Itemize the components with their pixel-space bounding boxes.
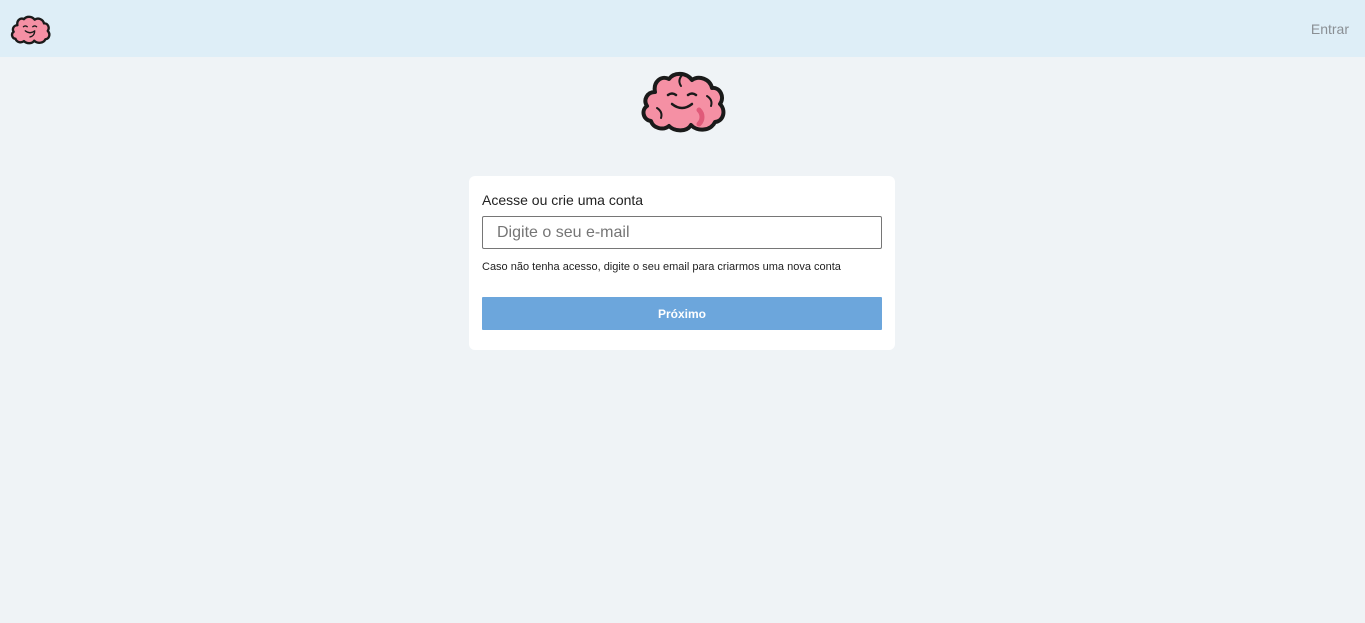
brain-icon bbox=[641, 71, 726, 133]
email-input[interactable] bbox=[482, 216, 882, 249]
login-card: Acesse ou crie uma conta Caso não tenha … bbox=[469, 176, 895, 350]
signin-link[interactable]: Entrar bbox=[1311, 21, 1349, 37]
top-nav-bar: Entrar bbox=[0, 0, 1365, 57]
email-hint: Caso não tenha acesso, digite o seu emai… bbox=[482, 261, 841, 273]
next-button[interactable]: Próximo bbox=[482, 297, 882, 330]
card-title: Acesse ou crie uma conta bbox=[482, 192, 644, 208]
brain-icon[interactable] bbox=[9, 13, 51, 45]
